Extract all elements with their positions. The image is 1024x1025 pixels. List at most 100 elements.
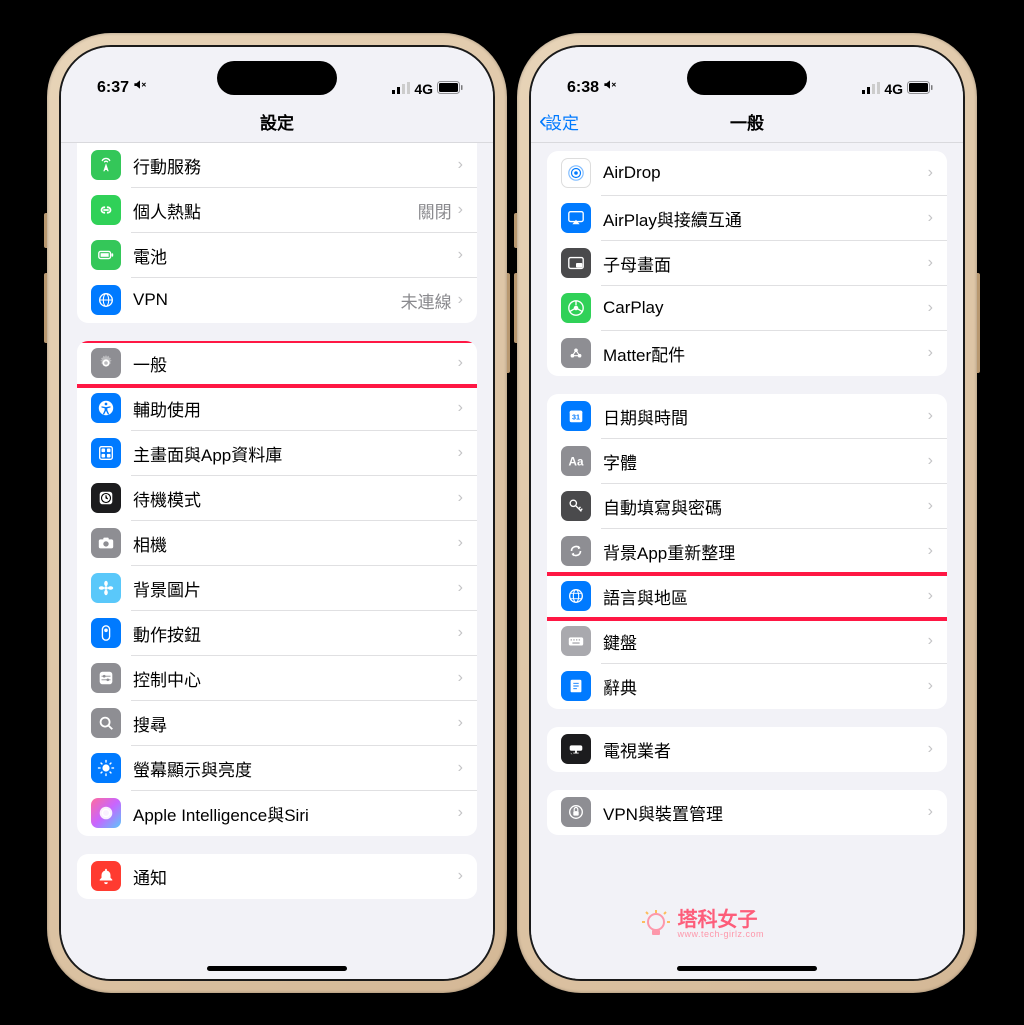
settings-row[interactable]: 鍵盤›: [547, 619, 947, 664]
row-label: 日期與時間: [603, 404, 928, 429]
power-button: [977, 273, 980, 373]
settings-row[interactable]: Aa字體›: [547, 439, 947, 484]
status-time: 6:37: [97, 79, 129, 97]
settings-row[interactable]: 輔助使用›: [77, 386, 477, 431]
settings-row[interactable]: 語言與地區›: [547, 574, 947, 619]
chevron-right-icon: ›: [458, 759, 463, 777]
chevron-right-icon: ›: [928, 254, 933, 272]
phone-left: 6:37 4G 設定 行動服務›個人熱點關閉›電池›VPN未連線›一般›輔助使用…: [47, 33, 507, 993]
settings-group: 電視業者›: [547, 727, 947, 772]
status-time: 6:38: [567, 79, 599, 97]
row-label: 電池: [133, 243, 458, 268]
nav-title: 設定: [260, 109, 294, 134]
settings-list[interactable]: 行動服務›個人熱點關閉›電池›VPN未連線›一般›輔助使用›主畫面與App資料庫…: [61, 143, 493, 979]
row-label: 背景圖片: [133, 576, 458, 601]
carplay-icon: [561, 293, 591, 323]
settings-row[interactable]: 背景圖片›: [77, 566, 477, 611]
settings-row[interactable]: 電視業者›: [547, 727, 947, 772]
settings-row[interactable]: 行動服務›: [77, 143, 477, 188]
row-label: 語言與地區: [603, 584, 928, 609]
chevron-right-icon: ›: [928, 542, 933, 560]
airplay-icon: [561, 203, 591, 233]
tv-icon: [561, 734, 591, 764]
chevron-right-icon: ›: [928, 299, 933, 317]
settings-row[interactable]: 個人熱點關閉›: [77, 188, 477, 233]
settings-row[interactable]: Apple Intelligence與Siri›: [77, 791, 477, 836]
settings-row[interactable]: 待機模式›: [77, 476, 477, 521]
settings-row[interactable]: 通知›: [77, 854, 477, 899]
siri-icon: [91, 798, 121, 828]
silent-icon: [603, 79, 617, 96]
settings-row[interactable]: 電池›: [77, 233, 477, 278]
dynamic-island: [217, 61, 337, 95]
settings-row[interactable]: 主畫面與App資料庫›: [77, 431, 477, 476]
row-detail: 關閉: [418, 198, 452, 223]
chevron-right-icon: ›: [928, 344, 933, 362]
bell-icon: [91, 861, 121, 891]
settings-row[interactable]: VPN與裝置管理›: [547, 790, 947, 835]
accessibility-icon: [91, 393, 121, 423]
settings-row[interactable]: Matter配件›: [547, 331, 947, 376]
settings-row[interactable]: 自動填寫與密碼›: [547, 484, 947, 529]
chevron-right-icon: ›: [458, 399, 463, 417]
apps-icon: [91, 438, 121, 468]
network-label: 4G: [884, 81, 903, 97]
settings-group: 31日期與時間›Aa字體›自動填寫與密碼›背景App重新整理›語言與地區›鍵盤›…: [547, 394, 947, 709]
clock-icon: [91, 483, 121, 513]
settings-row[interactable]: VPN未連線›: [77, 278, 477, 323]
settings-group: AirDrop›AirPlay與接續互通›子母畫面›CarPlay›Matter…: [547, 151, 947, 376]
dynamic-island: [687, 61, 807, 95]
silent-icon: [133, 79, 147, 96]
chevron-right-icon: ›: [458, 246, 463, 264]
settings-row[interactable]: AirDrop›: [547, 151, 947, 196]
keyboard-icon: [561, 626, 591, 656]
chevron-right-icon: ›: [458, 156, 463, 174]
settings-row[interactable]: AirPlay與接續互通›: [547, 196, 947, 241]
brightness-icon: [91, 753, 121, 783]
antenna-icon: [91, 150, 121, 180]
row-label: Apple Intelligence與Siri: [133, 801, 458, 826]
row-label: 相機: [133, 531, 458, 556]
pip-icon: [561, 248, 591, 278]
power-button: [507, 273, 510, 373]
svg-text:31: 31: [572, 413, 580, 422]
chevron-right-icon: ›: [928, 803, 933, 821]
settings-row[interactable]: CarPlay›: [547, 286, 947, 331]
screen-left: 6:37 4G 設定 行動服務›個人熱點關閉›電池›VPN未連線›一般›輔助使用…: [59, 45, 495, 981]
settings-row[interactable]: 辭典›: [547, 664, 947, 709]
home-indicator[interactable]: [677, 966, 817, 971]
chevron-right-icon: ›: [458, 714, 463, 732]
row-label: 行動服務: [133, 153, 458, 178]
watermark-title: 塔科女子: [677, 910, 764, 930]
globe-icon: [91, 285, 121, 315]
settings-row[interactable]: 31日期與時間›: [547, 394, 947, 439]
vpn-icon: [561, 797, 591, 827]
chevron-right-icon: ›: [458, 669, 463, 687]
row-label: CarPlay: [603, 298, 928, 318]
settings-row[interactable]: 一般›: [77, 341, 477, 386]
settings-row[interactable]: 子母畫面›: [547, 241, 947, 286]
phone-right: 6:38 4G ‹ 設定 一般 AirDrop›AirPl: [517, 33, 977, 993]
settings-row[interactable]: 搜尋›: [77, 701, 477, 746]
settings-row[interactable]: 螢幕顯示與亮度›: [77, 746, 477, 791]
row-label: 待機模式: [133, 486, 458, 511]
row-label: Matter配件: [603, 341, 928, 366]
row-label: 螢幕顯示與亮度: [133, 756, 458, 781]
general-list[interactable]: AirDrop›AirPlay與接續互通›子母畫面›CarPlay›Matter…: [531, 143, 963, 979]
chevron-right-icon: ›: [458, 579, 463, 597]
battery-icon: [907, 81, 933, 97]
nav-bar: 設定: [61, 101, 493, 143]
chevron-right-icon: ›: [928, 452, 933, 470]
nav-back-button[interactable]: ‹ 設定: [539, 107, 579, 135]
battery-icon: [437, 81, 463, 97]
lightbulb-icon: [641, 909, 671, 939]
settings-row[interactable]: 動作按鈕›: [77, 611, 477, 656]
home-indicator[interactable]: [207, 966, 347, 971]
settings-row[interactable]: 相機›: [77, 521, 477, 566]
row-label: 辭典: [603, 674, 928, 699]
gear-icon: [91, 348, 121, 378]
settings-row[interactable]: 背景App重新整理›: [547, 529, 947, 574]
key-icon: [561, 491, 591, 521]
chevron-right-icon: ›: [928, 740, 933, 758]
settings-row[interactable]: 控制中心›: [77, 656, 477, 701]
